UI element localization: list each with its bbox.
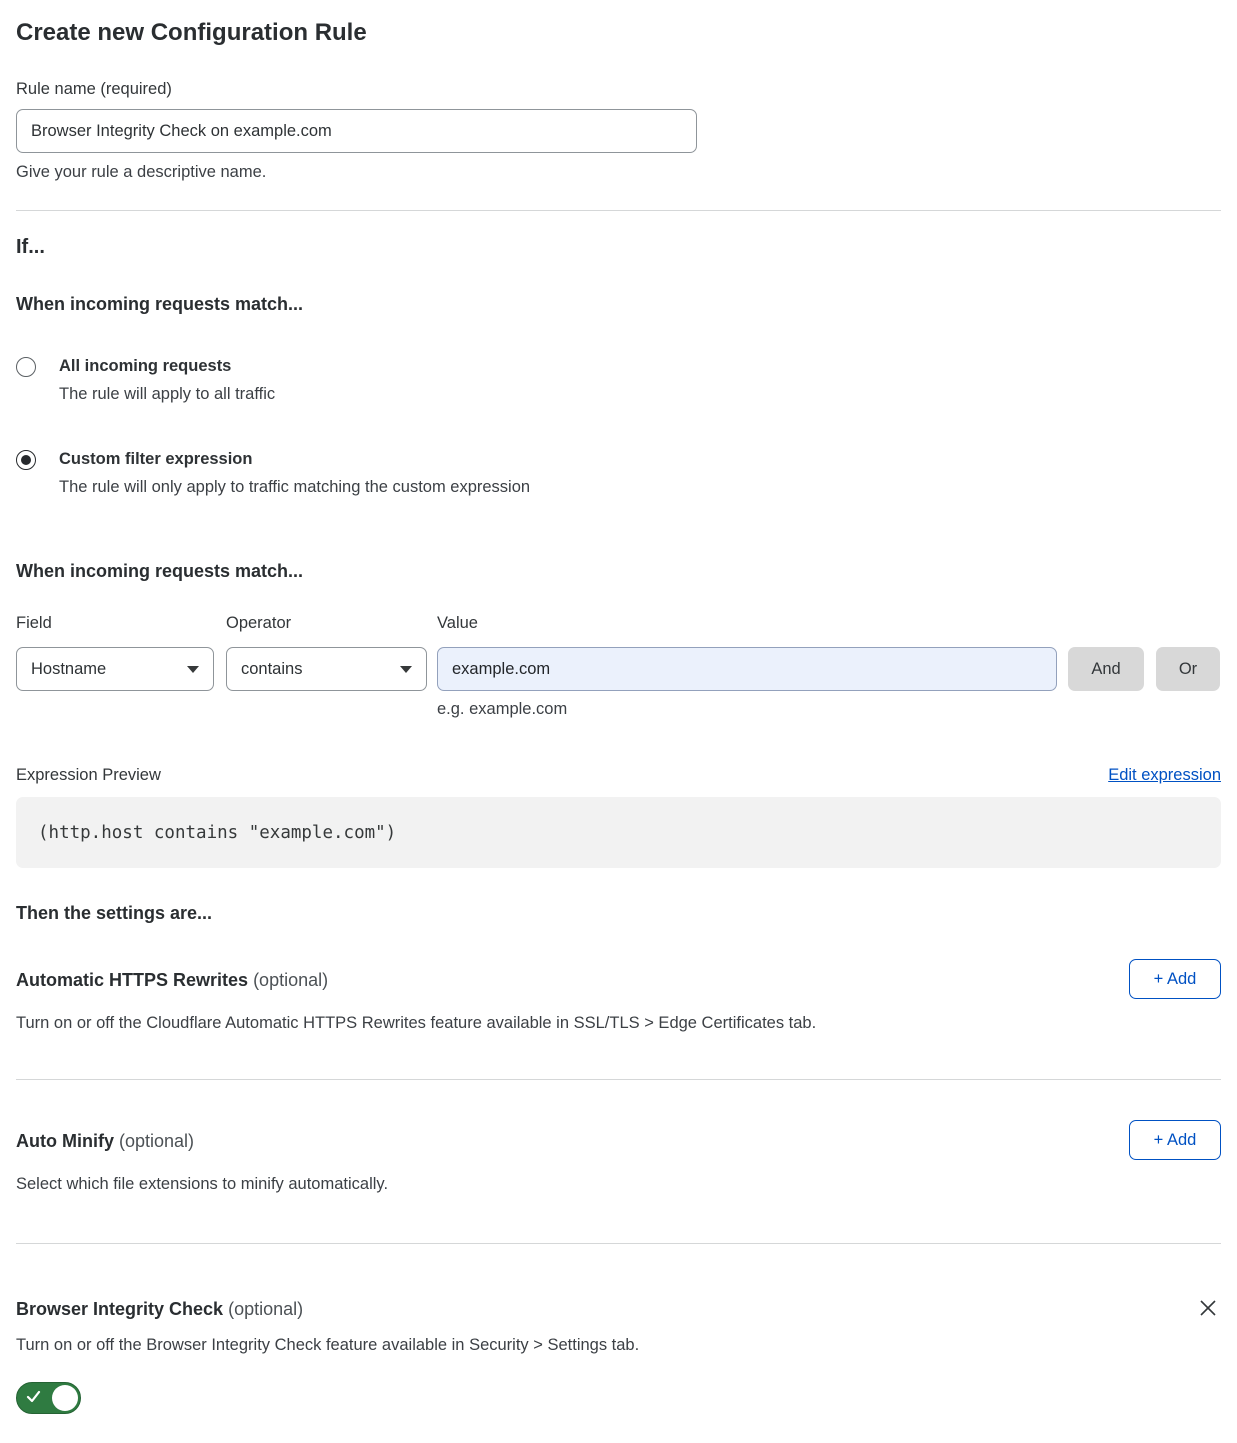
setting-browser-integrity-check: Browser Integrity Check (optional) Turn … [16,1288,1221,1419]
value-label: Value [437,613,1057,633]
radio-option-label: Custom filter expression [59,449,530,470]
radio-option-texts: Custom filter expression The rule will o… [59,449,530,498]
value-input[interactable] [437,647,1057,691]
expression-builder-heading: When incoming requests match... [16,560,1221,583]
close-icon [1197,1297,1219,1319]
remove-setting-button[interactable] [1197,1296,1221,1320]
rule-name-label: Rule name (required) [16,79,1221,99]
field-label: Field [16,613,226,633]
or-button[interactable]: Or [1156,647,1220,691]
setting-optional-tag: (optional) [253,970,328,990]
expression-builder-row: Hostname contains And Or [16,647,1221,691]
setting-head-row: Browser Integrity Check (optional) [16,1288,1221,1321]
expression-preview-code: (http.host contains "example.com") [38,823,396,843]
create-configuration-rule-form: Create new Configuration Rule Rule name … [0,0,1237,1443]
then-settings-heading: Then the settings are... [16,902,1221,925]
radio-button-selected[interactable] [16,450,36,470]
field-select-value: Hostname [31,660,106,679]
toggle-knob [52,1385,78,1411]
operator-select[interactable]: contains [226,647,427,691]
setting-head-row: Automatic HTTPS Rewrites (optional) + Ad… [16,959,1221,999]
setting-title-line: Browser Integrity Check (optional) [16,1298,303,1321]
setting-title: Browser Integrity Check [16,1299,223,1319]
radio-option-all-incoming-requests[interactable]: All incoming requests The rule will appl… [16,356,1221,405]
page-title: Create new Configuration Rule [16,18,1221,48]
section-divider [16,1079,1221,1080]
rule-name-help-text: Give your rule a descriptive name. [16,162,1221,182]
operator-label: Operator [226,613,437,633]
expression-preview-label: Expression Preview [16,766,161,785]
setting-optional-tag: (optional) [228,1299,303,1319]
section-divider [16,210,1221,211]
radio-option-label: All incoming requests [59,356,275,377]
setting-automatic-https-rewrites: Automatic HTTPS Rewrites (optional) + Ad… [16,959,1221,1034]
if-heading: If... [16,234,1221,260]
browser-integrity-check-toggle[interactable] [16,1382,81,1414]
setting-description: Turn on or off the Browser Integrity Che… [16,1335,1221,1356]
chevron-down-icon [187,666,199,673]
setting-title-line: Automatic HTTPS Rewrites (optional) [16,969,328,992]
setting-auto-minify: Auto Minify (optional) + Add Select whic… [16,1120,1221,1195]
add-auto-minify-button[interactable]: + Add [1129,1120,1221,1160]
checkmark-icon [26,1389,42,1405]
setting-head-row: Auto Minify (optional) + Add [16,1120,1221,1160]
setting-description: Turn on or off the Cloudflare Automatic … [16,1013,1221,1034]
expression-builder-labels: Field Operator Value [16,613,1221,633]
and-button[interactable]: And [1068,647,1144,691]
radio-option-description: The rule will apply to all traffic [59,384,275,405]
operator-select-value: contains [241,660,302,679]
expression-preview-header: Expression Preview Edit expression [16,766,1221,785]
edit-expression-link[interactable]: Edit expression [1108,766,1221,785]
section-divider [16,1243,1221,1244]
radio-option-texts: All incoming requests The rule will appl… [59,356,275,405]
value-hint-text: e.g. example.com [437,700,1221,719]
radio-option-custom-filter-expression[interactable]: Custom filter expression The rule will o… [16,449,1221,498]
rule-name-input[interactable] [16,109,697,153]
chevron-down-icon [400,666,412,673]
expression-preview-box: (http.host contains "example.com") [16,797,1221,868]
setting-title: Automatic HTTPS Rewrites [16,970,248,990]
setting-description: Select which file extensions to minify a… [16,1174,1221,1195]
when-requests-match-heading: When incoming requests match... [16,293,1221,316]
radio-option-description: The rule will only apply to traffic matc… [59,477,530,498]
setting-title: Auto Minify [16,1131,114,1151]
setting-title-line: Auto Minify (optional) [16,1130,194,1153]
radio-button-unselected[interactable] [16,357,36,377]
add-automatic-https-rewrites-button[interactable]: + Add [1129,959,1221,999]
field-select[interactable]: Hostname [16,647,214,691]
setting-optional-tag: (optional) [119,1131,194,1151]
